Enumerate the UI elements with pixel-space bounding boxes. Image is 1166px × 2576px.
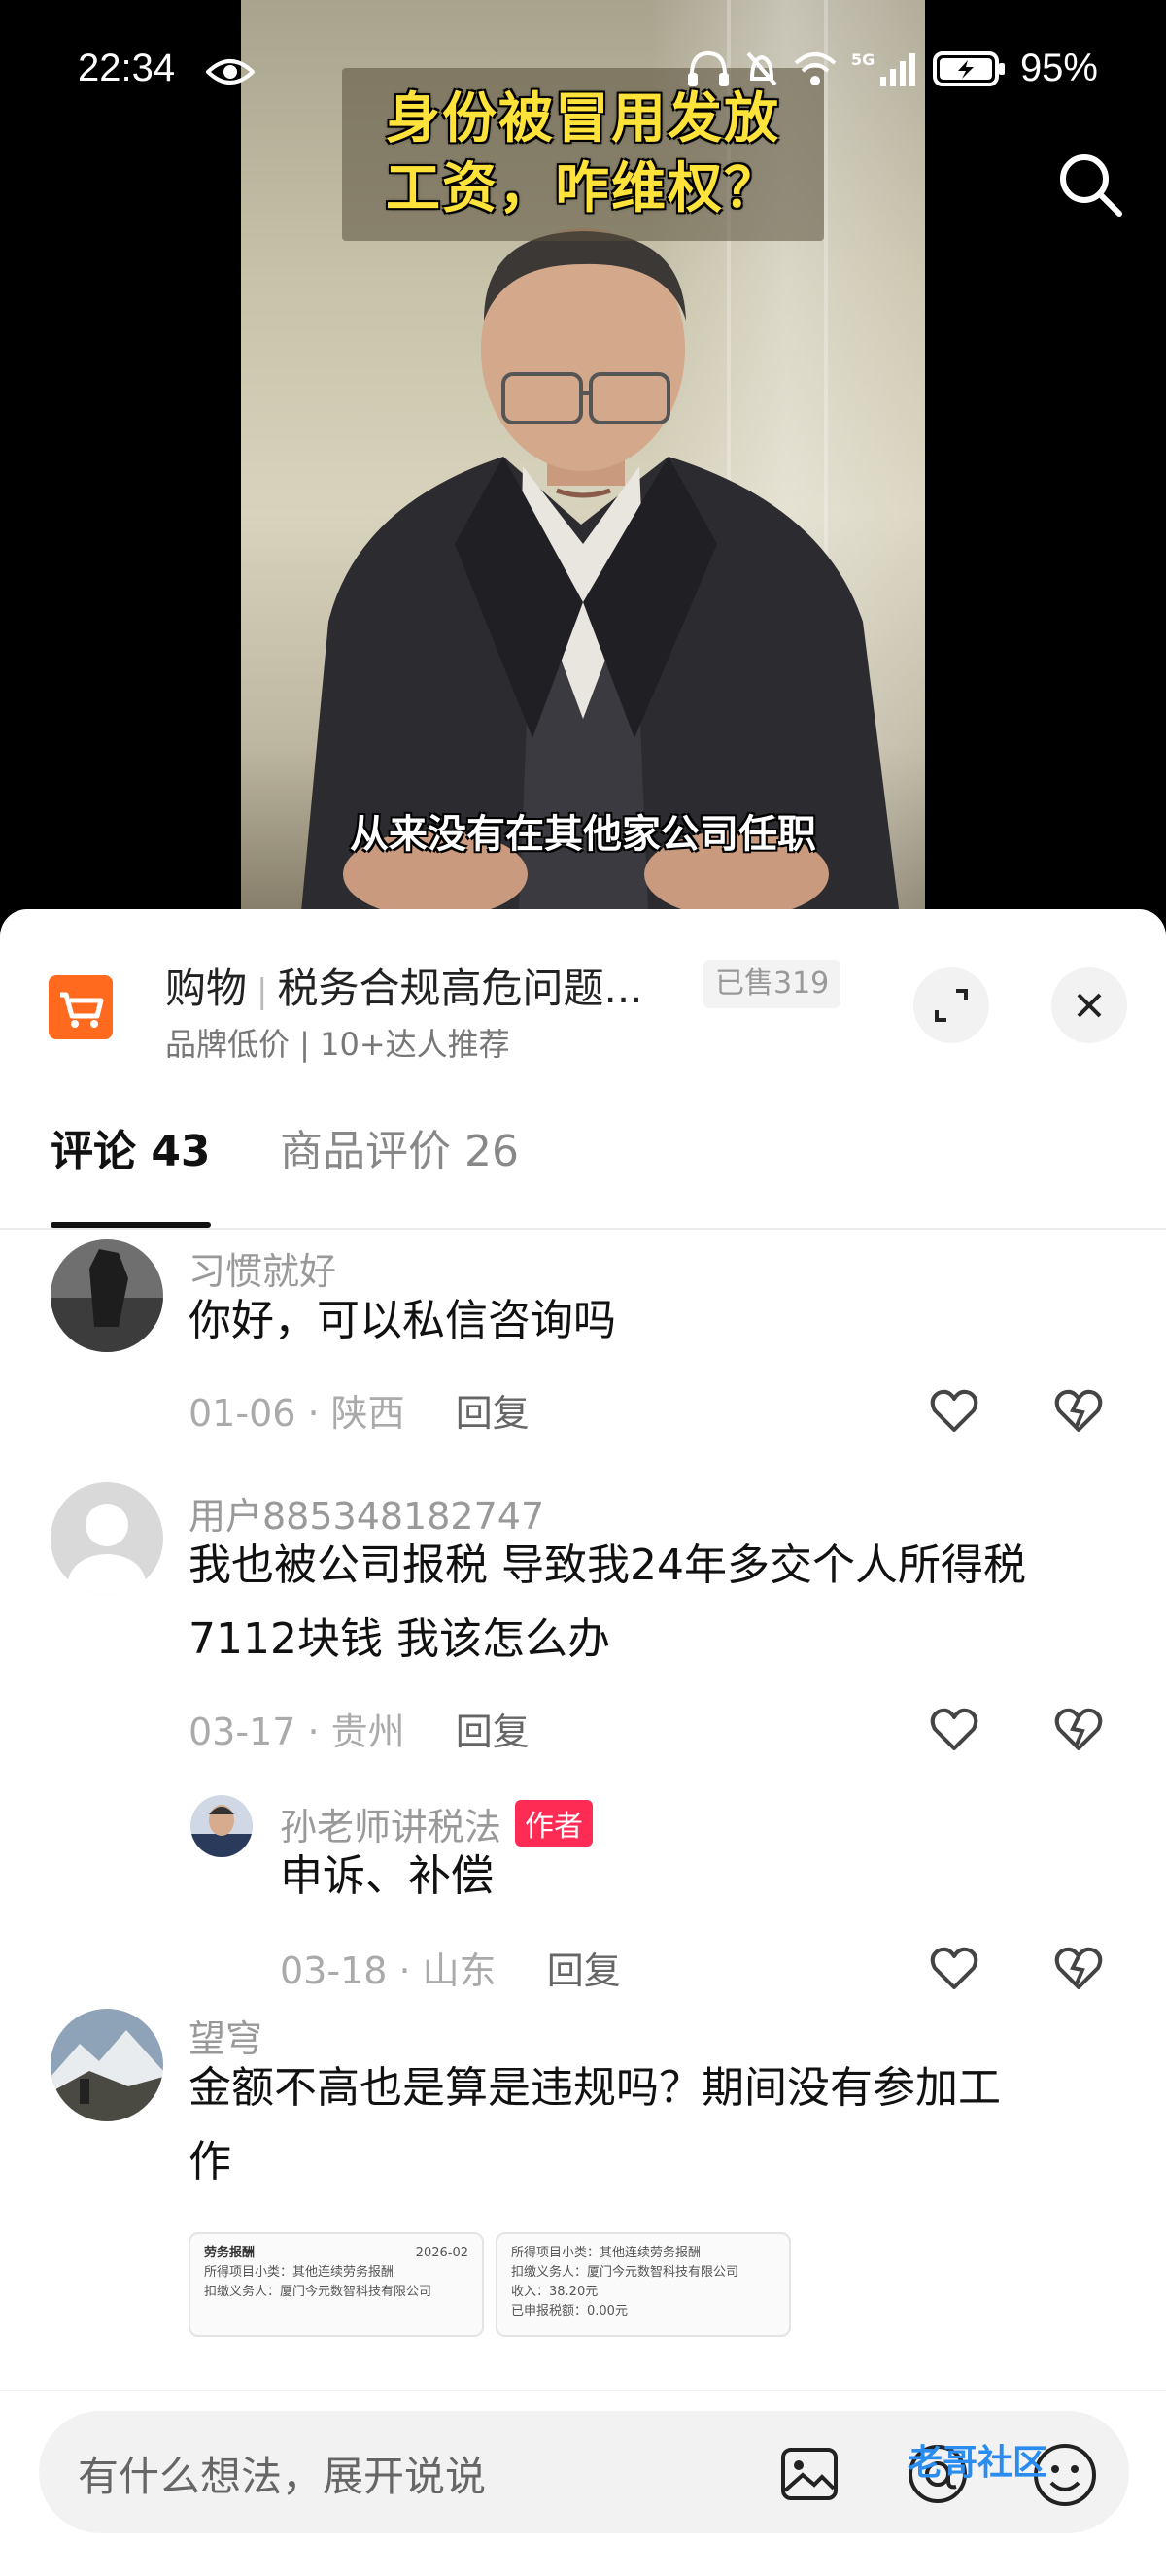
reply-button[interactable]: 回复 <box>547 1949 621 1992</box>
avatar[interactable] <box>51 1482 163 1595</box>
thumb-title: 劳务报酬 <box>204 2246 256 2260</box>
thumb-line: 扣缴义务人：厦门今元数智科技有限公司 <box>204 2285 432 2299</box>
shop-subtitle: 品牌低价 | 10+达人推荐 <box>165 1026 510 1063</box>
comment-date: 03-17 <box>189 1711 296 1753</box>
status-icons: 5G 95% <box>686 47 1098 90</box>
image-picker-icon[interactable] <box>777 2442 841 2506</box>
thumb-line: 劳务报酬 2026-02 <box>204 2244 468 2263</box>
tab-product-reviews[interactable]: 商品评价 26 <box>280 1113 519 1228</box>
eye-icon <box>206 59 255 85</box>
sold-count-badge: 已售319 <box>703 960 841 1008</box>
search-icon[interactable] <box>1051 146 1129 223</box>
video-title-line-2: 工资，咋维权？ <box>386 157 780 220</box>
network-type-label: 5G <box>851 51 874 69</box>
shopping-cart-icon <box>49 975 113 1039</box>
expand-icon[interactable] <box>913 967 989 1043</box>
comment-meta: 01-06 · 陕西 回复 <box>189 1392 530 1435</box>
vibrate-off-icon <box>746 51 777 85</box>
comment-item: 习惯就好 你好，可以私信咨询吗 01-06 · 陕西 回复 <box>0 1232 1166 1465</box>
dislike-icon[interactable] <box>1051 1941 1106 1995</box>
shop-title: 购物 | 税务合规高危问题... <box>165 956 643 1015</box>
tab-comments[interactable]: 评论 43 <box>51 1113 211 1228</box>
signal-5g-icon: 5G <box>851 51 915 86</box>
shop-title-separator: | <box>257 972 268 1011</box>
shop-banner[interactable]: 购物 | 税务合规高危问题... 已售319 品牌低价 | 10+达人推荐 <box>0 909 1166 1065</box>
reply-text: 申诉、补偿 <box>280 1851 494 1901</box>
comment-item: 望穹 金额不高也是算是违规吗？期间没有参加工 作 劳务报酬 2026-02 所得项… <box>0 2009 1166 2339</box>
dislike-icon[interactable] <box>1051 1383 1106 1438</box>
video-player[interactable]: 身份被冒用发放 工资，咋维权？ 从来没有在其他家公司任职 22:34 5G 95… <box>0 0 1166 932</box>
reply-meta: 03-18 · 山东 回复 <box>280 1949 621 1992</box>
like-icon[interactable] <box>927 1941 981 1995</box>
video-subtitle: 从来没有在其他家公司任职 <box>350 812 816 857</box>
comment-text-line: 金额不高也是算是违规吗？期间没有参加工 <box>189 2063 1001 2113</box>
comment-image-thumbnail[interactable]: 所得项目小类：其他连续劳务报酬 扣缴义务人：厦门今元数智科技有限公司 收入：38… <box>496 2232 791 2337</box>
thumb-date: 2026-02 <box>415 2246 468 2260</box>
comment-location: 陕西 <box>330 1392 405 1435</box>
comment-text-line: 我也被公司报税 导致我24年多交个人所得税 <box>189 1541 1026 1590</box>
close-icon[interactable] <box>1051 967 1127 1043</box>
comment-text: 你好，可以私信咨询吗 <box>189 1296 616 1345</box>
avatar[interactable] <box>51 2009 163 2121</box>
tab-reviews-label: 商品评价 26 <box>280 1127 519 1176</box>
like-icon[interactable] <box>927 1383 981 1438</box>
reply-date: 03-18 <box>280 1949 388 1992</box>
comment-input-placeholder: 有什么想法，展开说说 <box>78 2453 487 2500</box>
reply-button[interactable]: 回复 <box>456 1711 530 1753</box>
reply-item: 孙老师讲税法 作者 申诉、补偿 03-18 · 山东 回复 <box>0 1795 1166 2009</box>
thumb-line: 已申报税额：0.00元 <box>511 2304 628 2319</box>
shop-product-title: 税务合规高危问题... <box>277 965 643 1012</box>
watermark-text: 老哥社区 <box>908 2443 1048 2483</box>
comment-meta: 03-17 · 贵州 回复 <box>189 1711 530 1753</box>
status-bar: 22:34 5G 95% <box>0 39 1166 107</box>
comment-images: 劳务报酬 2026-02 所得项目小类：其他连续劳务报酬 扣缴义务人：厦门今元数智… <box>189 2232 1063 2339</box>
comment-tabs: 评论 43 商品评价 26 <box>0 1113 1166 1230</box>
headset-icon <box>687 51 729 86</box>
avatar[interactable] <box>190 1795 253 1857</box>
status-time: 22:34 <box>78 47 176 89</box>
reply-button[interactable]: 回复 <box>456 1392 530 1435</box>
comment-date: 01-06 <box>189 1392 296 1435</box>
active-tab-indicator <box>51 1222 211 1228</box>
comment-text: 我也被公司报税 导致我24年多交个人所得税 7112块钱 我该怎么办 <box>189 1529 1026 1677</box>
comment-item: 用户885348182747 我也被公司报税 导致我24年多交个人所得税 711… <box>0 1482 1166 2026</box>
thumb-line: 收入：38.20元 <box>511 2285 599 2299</box>
battery-percent: 95% <box>1019 47 1098 89</box>
comment-text-line: 作 <box>189 2137 231 2186</box>
thumb-line: 扣缴义务人：厦门今元数智科技有限公司 <box>511 2265 739 2280</box>
wifi-icon <box>794 51 837 85</box>
thumb-line: 所得项目小类：其他连续劳务报酬 <box>511 2246 702 2260</box>
comment-location: 贵州 <box>330 1711 405 1753</box>
comment-sheet: 购物 | 税务合规高危问题... 已售319 品牌低价 | 10+达人推荐 评论 4… <box>0 909 1166 2576</box>
avatar[interactable] <box>51 1239 163 1352</box>
tab-comments-label: 评论 43 <box>51 1127 211 1176</box>
comment-text: 金额不高也是算是违规吗？期间没有参加工 作 <box>189 2051 1001 2199</box>
comment-text-line: 7112块钱 我该怎么办 <box>189 1614 610 1664</box>
author-badge: 作者 <box>515 1800 594 1847</box>
battery-icon <box>932 51 1005 86</box>
comment-list: 习惯就好 你好，可以私信咨询吗 01-06 · 陕西 回复 用户885348182… <box>0 1232 1166 2339</box>
reply-location: 山东 <box>422 1949 497 1992</box>
like-icon[interactable] <box>927 1702 981 1756</box>
dislike-icon[interactable] <box>1051 1702 1106 1756</box>
comment-image-thumbnail[interactable]: 劳务报酬 2026-02 所得项目小类：其他连续劳务报酬 扣缴义务人：厦门今元数智… <box>189 2232 484 2337</box>
thumb-line: 所得项目小类：其他连续劳务报酬 <box>204 2265 394 2280</box>
shop-tag: 购物 <box>165 965 248 1012</box>
